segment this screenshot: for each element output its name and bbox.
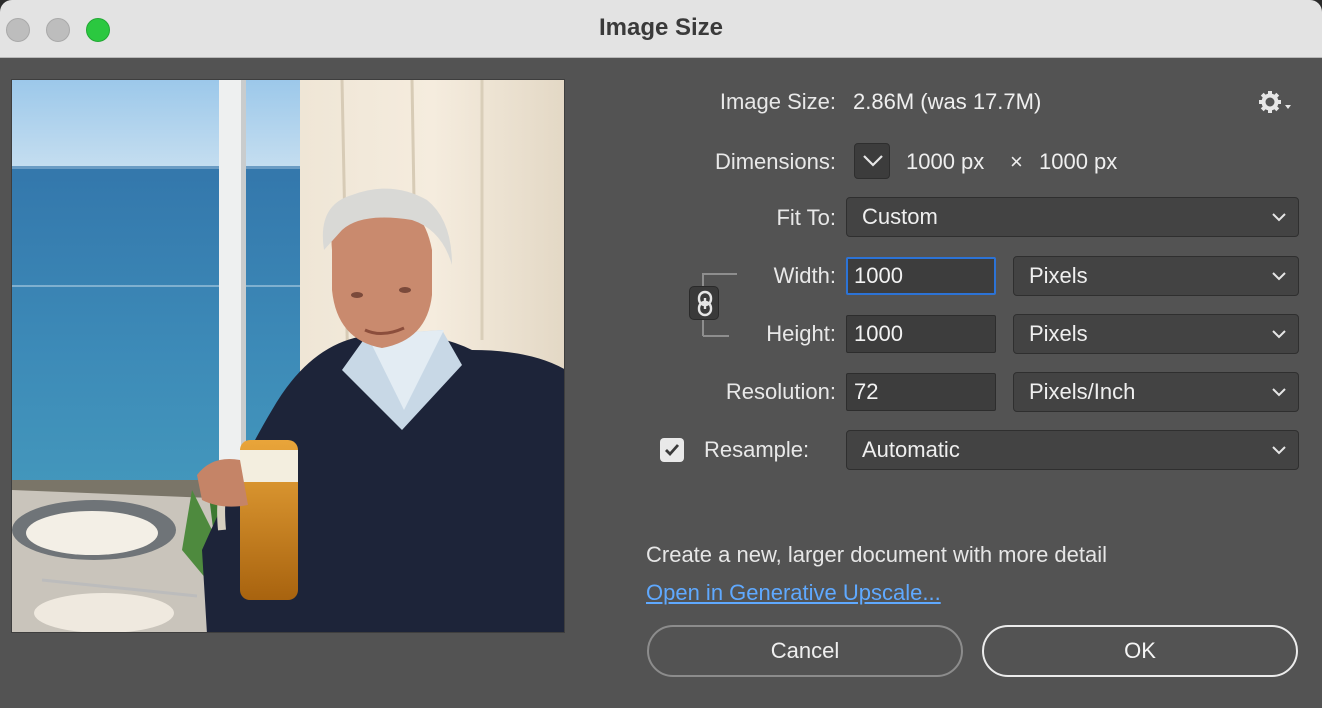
link-bracket-top	[703, 273, 737, 275]
chevron-down-icon	[1272, 388, 1286, 397]
link-bracket-top-vertical	[702, 273, 704, 287]
image-preview[interactable]	[11, 79, 565, 633]
title-bar: Image Size	[0, 0, 1322, 58]
width-unit-value: Pixels	[1029, 263, 1088, 288]
fit-to-label: Fit To:	[776, 205, 836, 230]
chevron-down-icon	[1272, 330, 1286, 339]
chevron-down-icon	[1272, 446, 1286, 455]
gear-icon[interactable]	[1258, 89, 1294, 115]
resolution-input[interactable]: 72	[846, 373, 996, 411]
height-unit-select[interactable]: Pixels	[1013, 314, 1299, 354]
cancel-button[interactable]: Cancel	[647, 625, 963, 677]
upscale-description: Create a new, larger document with more …	[646, 542, 1108, 567]
ok-button[interactable]: OK	[982, 625, 1298, 677]
height-unit-value: Pixels	[1029, 321, 1088, 346]
width-input[interactable]: 1000	[846, 257, 996, 295]
checkmark-icon	[665, 444, 680, 457]
resolution-unit-select[interactable]: Pixels/Inch	[1013, 372, 1299, 412]
dimensions-units-dropdown[interactable]	[854, 143, 890, 179]
width-label: Width:	[773, 263, 836, 288]
image-size-value: 2.86M (was 17.7M)	[853, 89, 1042, 114]
height-input[interactable]: 1000	[846, 315, 996, 353]
image-size-label: Image Size:	[719, 89, 836, 114]
chevron-down-icon	[1272, 272, 1286, 281]
constrain-proportions-toggle[interactable]	[689, 286, 719, 320]
resolution-label: Resolution:	[725, 379, 836, 404]
fit-to-select[interactable]: Custom	[846, 197, 1299, 237]
dimensions-width-value: 1000 px	[906, 149, 985, 174]
resample-method-value: Automatic	[862, 437, 960, 462]
preview-photo	[12, 80, 564, 632]
dialog-title: Image Size	[598, 14, 724, 41]
link-bracket-bottom-vertical	[702, 320, 704, 336]
resample-label: Resample:	[704, 437, 810, 462]
width-unit-select[interactable]: Pixels	[1013, 256, 1299, 296]
link-bracket-bottom	[703, 335, 729, 337]
fit-to-value: Custom	[862, 204, 938, 229]
dimensions-label: Dimensions:	[714, 149, 836, 174]
height-label: Height:	[766, 321, 836, 346]
generative-upscale-link[interactable]: Open in Generative Upscale...	[646, 580, 941, 606]
chevron-down-icon	[863, 155, 883, 167]
chevron-down-icon	[1272, 213, 1286, 222]
resample-method-select[interactable]: Automatic	[846, 430, 1299, 470]
chain-link-icon	[697, 290, 713, 317]
image-size-dialog: Image Size Image Size: 2.86M (was 17.7M)…	[0, 0, 1322, 708]
resample-checkbox[interactable]	[660, 438, 684, 462]
dimensions-times-sign: ×	[1010, 149, 1023, 174]
dimensions-height-value: 1000 px	[1039, 149, 1118, 174]
resolution-unit-value: Pixels/Inch	[1029, 379, 1136, 404]
